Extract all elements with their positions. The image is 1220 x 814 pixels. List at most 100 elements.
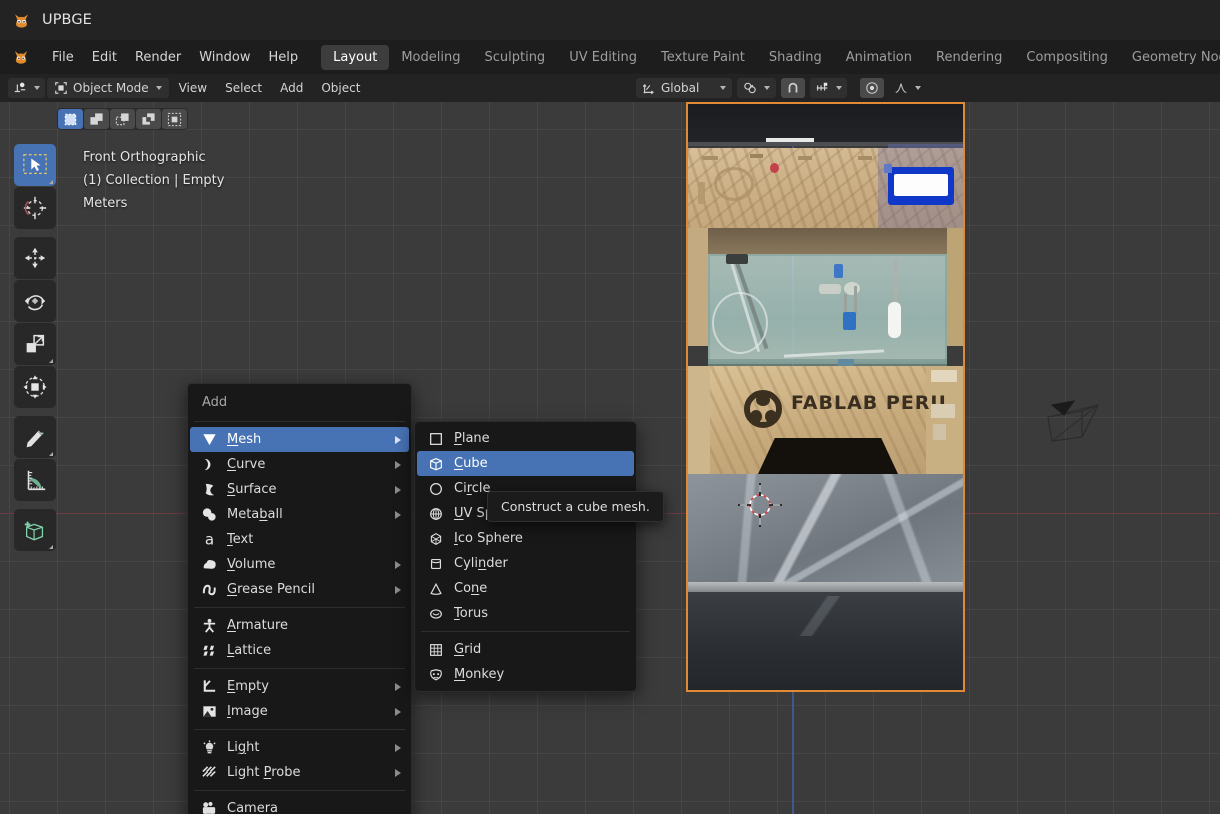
- proportional-edit-toggle[interactable]: [860, 78, 884, 98]
- scale-tool[interactable]: [14, 323, 56, 365]
- annotate-tool[interactable]: [14, 416, 56, 458]
- rotate-tool[interactable]: [14, 280, 56, 322]
- curve-icon: [200, 456, 218, 474]
- menu-window[interactable]: Window: [190, 46, 259, 69]
- menu-separator: [194, 421, 405, 422]
- camera-wireframe[interactable]: [1040, 397, 1106, 453]
- object-mode-selector[interactable]: Object Mode: [47, 78, 169, 98]
- tab-uv-editing[interactable]: UV Editing: [557, 45, 649, 70]
- add-menu-item-surface[interactable]: Surface: [190, 477, 409, 502]
- submenu-arrow-icon: [395, 435, 401, 444]
- reference-photo-fablab-peru[interactable]: FABLAB PERU: [686, 102, 965, 692]
- blender-menu-logo-icon[interactable]: [12, 48, 31, 67]
- add-menu-label-armature: Armature: [227, 618, 289, 633]
- select-mode-subtract[interactable]: [110, 109, 135, 129]
- viewport-toolbar: [14, 144, 56, 552]
- tab-sculpting[interactable]: Sculpting: [472, 45, 557, 70]
- pivot-point-icon: [743, 81, 757, 95]
- image-icon: [200, 703, 218, 721]
- editor-type-button[interactable]: [8, 78, 45, 98]
- snap-toggle-button[interactable]: [781, 78, 805, 98]
- mesh-menu-item-cylinder[interactable]: Cylinder: [417, 551, 634, 576]
- viewport-menu-add[interactable]: Add: [272, 81, 311, 95]
- grid-icon: [427, 641, 445, 659]
- surface-icon: [200, 481, 218, 499]
- select-mode-invert[interactable]: [136, 109, 161, 129]
- add-menu-item-volume[interactable]: Volume: [190, 552, 409, 577]
- svg-text:a: a: [204, 531, 213, 548]
- menu-edit[interactable]: Edit: [83, 46, 126, 69]
- submenu-arrow-icon: [395, 485, 401, 494]
- menu-render[interactable]: Render: [126, 46, 190, 69]
- add-menu-item-curve[interactable]: Curve: [190, 452, 409, 477]
- add-menu-item-empty[interactable]: Empty: [190, 674, 409, 699]
- tab-compositing[interactable]: Compositing: [1014, 45, 1120, 70]
- ico-sphere-icon: [427, 530, 445, 548]
- tab-layout[interactable]: Layout: [321, 44, 390, 70]
- add-cube-tool[interactable]: [14, 509, 56, 551]
- mesh-menu-item-grid[interactable]: Grid: [417, 637, 634, 662]
- tooltip: Construct a cube mesh.: [487, 491, 664, 522]
- circle-icon: [427, 480, 445, 498]
- viewport-menu-select[interactable]: Select: [217, 81, 270, 95]
- plane-icon: [427, 430, 445, 448]
- mesh-menu-item-plane[interactable]: Plane: [417, 426, 634, 451]
- orientation-axes-icon: [642, 81, 656, 95]
- add-menu-item-camera[interactable]: Camera: [190, 796, 409, 814]
- mesh-menu-label-cone: Cone: [454, 581, 488, 596]
- add-menu-item-armature[interactable]: Armature: [190, 613, 409, 638]
- measure-tool[interactable]: [14, 459, 56, 501]
- menu-separator: [194, 607, 405, 608]
- transform-orientation-selector[interactable]: Global: [636, 78, 732, 98]
- viewport-header: Object Mode View Select Add Object Globa…: [0, 74, 1220, 102]
- transform-tool[interactable]: [14, 366, 56, 408]
- tab-geometry-nodes[interactable]: Geometry Nod: [1120, 45, 1220, 70]
- mesh-menu-item-monkey[interactable]: Monkey: [417, 662, 634, 687]
- add-menu-item-image[interactable]: Image: [190, 699, 409, 724]
- select-mode-extend[interactable]: [84, 109, 109, 129]
- mesh-menu-label-cube: Cube: [454, 456, 488, 471]
- add-menu-title: Add: [202, 395, 228, 410]
- viewport-menu-view[interactable]: View: [171, 81, 215, 95]
- add-menu-item-metaball[interactable]: Metaball: [190, 502, 409, 527]
- add-menu-item-light-probe[interactable]: Light Probe: [190, 760, 409, 785]
- tab-modeling[interactable]: Modeling: [389, 45, 472, 70]
- move-tool[interactable]: [14, 237, 56, 279]
- upbge-window: UPBGE File Edit Render Window Help Layou…: [0, 0, 1220, 814]
- viewport-collection-name: (1) Collection | Empty: [83, 173, 225, 188]
- tab-animation[interactable]: Animation: [834, 45, 924, 70]
- camera-icon: [200, 800, 218, 814]
- object-mode-label: Object Mode: [73, 81, 149, 95]
- menu-separator: [194, 729, 405, 730]
- add-menu-item-grease-pencil[interactable]: Grease Pencil: [190, 577, 409, 602]
- submenu-arrow-icon: [395, 707, 401, 716]
- tab-texture-paint[interactable]: Texture Paint: [649, 45, 757, 70]
- add-menu-label-metaball: Metaball: [227, 507, 283, 522]
- pivot-point-selector[interactable]: [737, 78, 776, 98]
- mesh-menu-item-cube[interactable]: Cube: [417, 451, 634, 476]
- viewport-menu-object[interactable]: Object: [313, 81, 368, 95]
- cursor-tool[interactable]: [14, 187, 56, 229]
- tweak-select-box-tool[interactable]: [14, 144, 56, 186]
- lattice-icon: [200, 642, 218, 660]
- add-menu-item-lattice[interactable]: Lattice: [190, 638, 409, 663]
- mesh-submenu-popup: Plane Cube Circle UV Ico Sphere Cylinder…: [414, 421, 637, 692]
- menu-help[interactable]: Help: [260, 46, 308, 69]
- mesh-menu-item-torus[interactable]: Torus: [417, 601, 634, 626]
- select-mode-intersect[interactable]: [162, 109, 187, 129]
- select-mode-set[interactable]: [58, 109, 83, 129]
- add-menu-item-mesh[interactable]: Mesh: [190, 427, 409, 452]
- proportional-falloff-selector[interactable]: [889, 78, 926, 98]
- mesh-menu-item-ico-sphere[interactable]: Ico Sphere: [417, 526, 634, 551]
- snap-settings-selector[interactable]: [810, 78, 847, 98]
- proportional-edit-icon: [865, 81, 879, 95]
- add-menu-item-light[interactable]: Light: [190, 735, 409, 760]
- tab-rendering[interactable]: Rendering: [924, 45, 1014, 70]
- submenu-arrow-icon: [395, 460, 401, 469]
- mesh-menu-item-cone[interactable]: Cone: [417, 576, 634, 601]
- submenu-arrow-icon: [395, 560, 401, 569]
- add-menu-item-text[interactable]: a Text: [190, 527, 409, 552]
- tab-shading[interactable]: Shading: [757, 45, 834, 70]
- add-menu-label-image: Image: [227, 704, 268, 719]
- menu-file[interactable]: File: [43, 46, 83, 69]
